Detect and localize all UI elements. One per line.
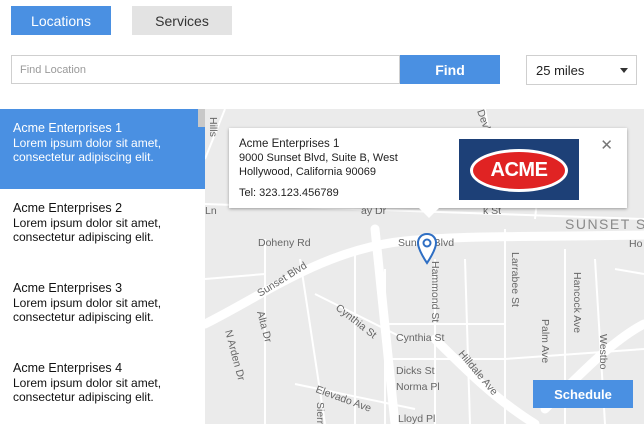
- map-label-larrabee: Larrabee St: [509, 252, 521, 307]
- info-window: Acme Enterprises 1 9000 Sunset Blvd, Sui…: [229, 128, 627, 218]
- acme-logo-oval: ACME: [470, 149, 568, 192]
- map-label-n-arden: N Arden Dr: [222, 329, 247, 383]
- location-description: Lorem ipsum dolor sit amet, consectetur …: [13, 216, 162, 244]
- find-button[interactable]: Find: [400, 55, 500, 84]
- find-location-input[interactable]: [11, 55, 400, 84]
- map-label-palm: Palm Ave: [539, 319, 551, 363]
- map-label-sierra: Sierra: [314, 402, 326, 424]
- map-label-alta: Alta Dr: [254, 310, 274, 345]
- info-name: Acme Enterprises 1: [239, 138, 340, 150]
- location-name: Acme Enterprises 1: [13, 121, 123, 135]
- acme-logo: ACME: [459, 139, 579, 200]
- map-label-sunset-district: SUNSET S: [565, 216, 644, 232]
- close-icon[interactable]: ✕: [600, 136, 613, 154]
- location-description: Lorem ipsum dolor sit amet, consectetur …: [13, 296, 162, 324]
- location-name: Acme Enterprises 3: [13, 281, 123, 295]
- map-label-hills: Hills: [207, 117, 219, 137]
- location-name: Acme Enterprises 2: [13, 201, 123, 215]
- info-details: Acme Enterprises 1 9000 Sunset Blvd, Sui…: [239, 137, 398, 200]
- location-list-item[interactable]: Acme Enterprises 4 Lorem ipsum dolor sit…: [0, 349, 205, 424]
- map-label-dicks-st: Dicks St: [396, 365, 435, 377]
- map-label-ho: Ho: [629, 238, 643, 250]
- location-list-item[interactable]: Acme Enterprises 3 Lorem ipsum dolor sit…: [0, 269, 205, 349]
- info-address-line1: 9000 Sunset Blvd, Suite B, West: [239, 152, 398, 164]
- map-label-ln: Ln: [205, 205, 217, 217]
- tab-locations[interactable]: Locations: [11, 6, 111, 35]
- info-phone[interactable]: Tel: 323.123.456789: [239, 186, 398, 200]
- map-label-doheny: Doheny Rd: [258, 237, 311, 249]
- map-pin-icon[interactable]: [417, 233, 437, 265]
- distance-selected-value: 25 miles: [536, 62, 585, 78]
- schedule-button[interactable]: Schedule: [533, 380, 633, 408]
- info-address-line2: Hollywood, California 90069: [239, 166, 376, 178]
- location-list-item[interactable]: Acme Enterprises 2 Lorem ipsum dolor sit…: [0, 189, 205, 269]
- tab-services[interactable]: Services: [132, 6, 232, 35]
- location-description: Lorem ipsum dolor sit amet, consectetur …: [13, 376, 162, 404]
- map-label-cynthia-st: Cynthia St: [396, 332, 445, 344]
- location-description: Lorem ipsum dolor sit amet, consectetur …: [13, 136, 162, 164]
- acme-logo-text: ACME: [490, 159, 548, 181]
- location-list[interactable]: Acme Enterprises 1 Lorem ipsum dolor sit…: [0, 109, 205, 424]
- location-name: Acme Enterprises 4: [13, 361, 123, 375]
- map-label-westbo: Westbo: [597, 334, 609, 370]
- caret-down-icon: [620, 68, 628, 73]
- distance-select[interactable]: 25 miles: [526, 55, 637, 85]
- list-scrollbar[interactable]: [198, 109, 205, 127]
- map-label-hammond: Hammond St: [429, 261, 441, 322]
- map-label-lloyd: Lloyd Pl: [398, 413, 435, 424]
- map-label-sunset-blvd-left: Sunset Blvd: [255, 260, 309, 300]
- map-label-norma-pl: Norma Pl: [396, 381, 440, 393]
- location-list-item[interactable]: Acme Enterprises 1 Lorem ipsum dolor sit…: [0, 109, 205, 189]
- map-label-hilldale: Hilldale Ave: [456, 348, 500, 398]
- map-label-hancock: Hancock Ave: [571, 272, 583, 333]
